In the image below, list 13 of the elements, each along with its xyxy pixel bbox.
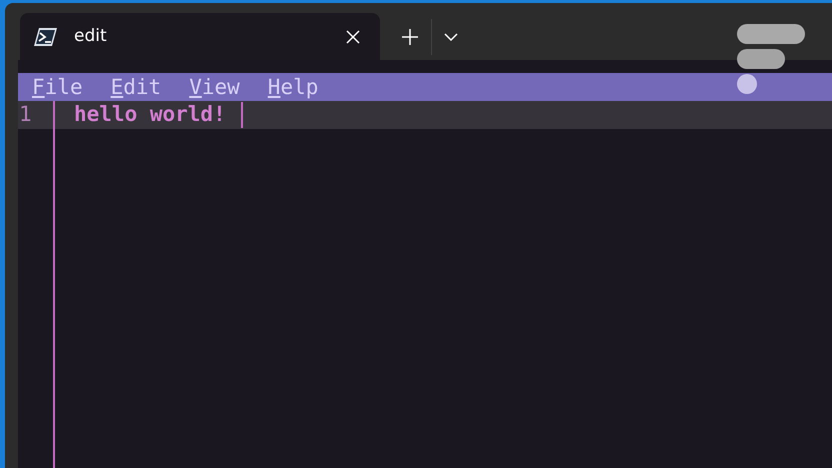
menu-item[interactable]: File [32,73,83,101]
code-text: hello world! [73,101,226,128]
text-cursor [240,102,243,128]
plus-icon [401,28,419,46]
menu-item[interactable]: Edit [110,73,162,101]
close-icon [346,30,360,44]
terminal-icon [34,26,58,46]
tab[interactable]: edit [20,13,380,60]
line-number: 1 [18,101,33,128]
menu-item[interactable]: Help [268,73,318,101]
tab-title: edit [74,24,108,48]
chevron-down-icon [444,32,458,40]
menu-item[interactable]: View [189,73,240,101]
